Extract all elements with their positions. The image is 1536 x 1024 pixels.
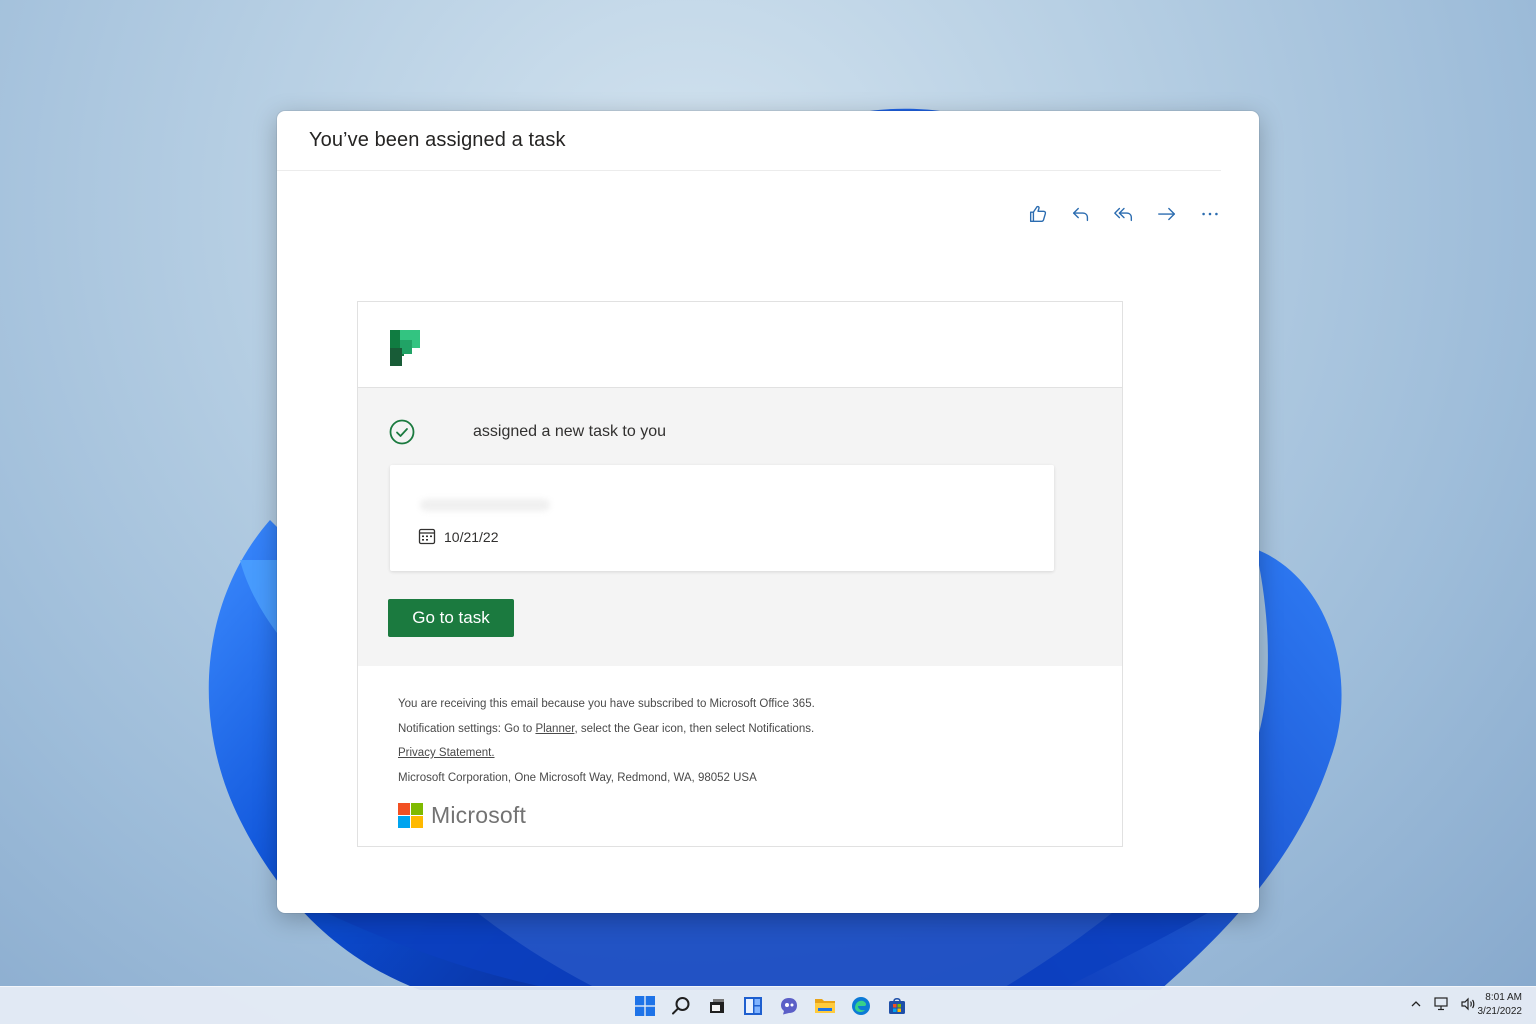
file-explorer-button[interactable] [812,993,838,1019]
email-action-bar [1025,201,1223,227]
file-explorer-icon [815,999,835,1013]
search-icon [672,997,690,1015]
email-reading-pane: You’ve been assigned a task assigned a n… [277,111,1259,913]
due-date: 10/21/22 [444,529,499,545]
search-button[interactable] [668,993,694,1019]
check-circle-icon [389,419,415,445]
reply-all-button[interactable] [1111,201,1137,227]
widgets-button[interactable] [740,993,766,1019]
more-options-button[interactable] [1197,201,1223,227]
clock-date: 3/21/2022 [1477,1006,1523,1017]
privacy-line: Privacy Statement. [398,741,1082,766]
system-tray [1408,996,1476,1012]
start-icon [635,996,655,1016]
edge-icon [852,997,870,1015]
microsoft-squares-icon [398,803,423,828]
chat-button[interactable] [776,993,802,1019]
assigned-message: assigned a new task to you [473,423,667,440]
taskbar-apps [632,993,910,1019]
forward-icon [1158,207,1176,221]
task-title-redacted [420,499,550,511]
email-header: You’ve been assigned a task [277,111,1221,171]
company-address: Microsoft Corporation, One Microsoft Way… [398,771,757,784]
reply-button[interactable] [1068,201,1094,227]
task-section: assigned a new task to you 10/21/22 Go t… [358,388,1122,666]
reply-icon [1072,207,1089,222]
settings-text-suffix: , select the Gear icon, then select Noti… [574,722,815,735]
notification-settings-text: Notification settings: Go to Planner, se… [398,717,1082,742]
clock-time: 8:01 AM [1485,992,1522,1003]
task-details-box: 10/21/22 [390,465,1054,571]
email-subject: You’ve been assigned a task [309,129,566,151]
thumbs-up-icon [1029,205,1047,223]
store-icon [889,997,905,1014]
like-button[interactable] [1025,201,1051,227]
calendar-icon [418,528,436,545]
show-hidden-icons-button[interactable] [1408,996,1424,1012]
microsoft-logo: Microsoft [398,802,1082,829]
volume-icon [1461,997,1475,1011]
store-button[interactable] [884,993,910,1019]
more-options-icon [1202,212,1218,216]
settings-text-prefix: Notification settings: Go to [398,722,536,735]
subscription-notice: You are receiving this email because you… [398,698,815,710]
chevron-up-icon [1411,1001,1421,1007]
go-to-task-button[interactable]: Go to task [388,599,514,637]
microsoft-wordmark: Microsoft [431,802,527,828]
card-header [358,302,1122,388]
network-button[interactable] [1434,996,1450,1012]
reply-all-icon [1114,207,1133,222]
email-footer: You are receiving this email because you… [358,666,1122,829]
planner-logo-icon [390,330,420,366]
taskbar: 8:01 AM 3/21/2022 [0,986,1536,1024]
privacy-statement-link[interactable]: Privacy Statement. [398,747,495,759]
edge-button[interactable] [848,993,874,1019]
planner-link[interactable]: Planner [535,723,574,735]
widgets-icon [744,997,762,1015]
start-button[interactable] [632,993,658,1019]
planner-notification-card: assigned a new task to you 10/21/22 Go t… [357,301,1123,847]
volume-button[interactable] [1460,996,1476,1012]
forward-button[interactable] [1154,201,1180,227]
network-icon [1434,997,1448,1011]
chat-icon [781,998,797,1015]
task-view-icon [710,999,724,1013]
taskbar-clock[interactable]: 8:01 AM 3/21/2022 [1478,991,1523,1019]
task-view-button[interactable] [704,993,730,1019]
